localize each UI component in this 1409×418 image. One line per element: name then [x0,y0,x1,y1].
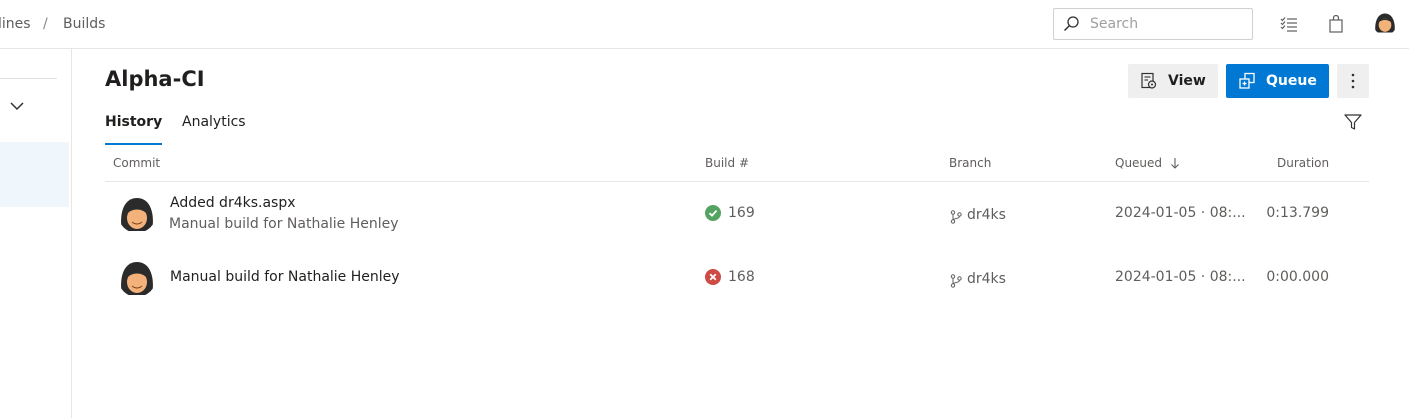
commit-message[interactable]: Manual build for Nathalie Henley [170,269,400,285]
author-avatar [118,259,156,297]
more-actions-button[interactable] [1337,64,1369,98]
status-failed-icon [705,269,721,285]
table-row[interactable]: Manual build for Nathalie Henley 168 dr4… [105,246,1369,310]
tab-selected-indicator [105,143,162,145]
left-navigation [0,49,72,418]
breadcrumb-separator: / [43,16,48,32]
commit-subtitle: Manual build for Nathalie Henley [169,216,399,232]
author-avatar [118,195,156,233]
commit-message[interactable]: Added dr4ks.aspx [170,195,296,211]
branch-icon [950,273,962,292]
table-row[interactable]: Added dr4ks.aspx Manual build for Nathal… [105,182,1369,246]
queued-time: 2024-01-05 · 08:... [1115,269,1246,285]
nav-fragment-icon [0,101,2,109]
shopping-bag-icon[interactable] [1326,14,1346,34]
page-title: Alpha-CI [105,67,205,91]
view-button[interactable]: View [1128,64,1218,98]
branch-icon [950,209,962,228]
list-icon[interactable] [1279,14,1299,34]
branch-name[interactable]: dr4ks [967,207,1006,223]
more-vertical-icon [1351,73,1355,89]
column-header-build: Build # [705,156,749,170]
nav-divider [0,78,57,79]
tab-history[interactable]: History [105,114,162,130]
chevron-down-icon[interactable] [10,96,24,115]
breadcrumb-builds[interactable]: Builds [63,16,105,32]
view-icon [1141,72,1157,89]
breadcrumb-pipelines[interactable]: lines [0,16,31,32]
search-box[interactable] [1053,8,1253,40]
build-duration: 0:00.000 [1266,269,1329,285]
column-header-branch: Branch [949,156,992,170]
build-duration: 0:13.799 [1266,205,1329,221]
sort-down-arrow-icon [1170,158,1179,169]
branch-name[interactable]: dr4ks [967,271,1006,287]
top-bar: lines / Builds [0,0,1409,49]
build-number[interactable]: 168 [728,269,755,285]
tab-analytics[interactable]: Analytics [182,114,246,130]
queue-button[interactable]: Queue [1226,64,1329,98]
queue-button-label: Queue [1266,73,1317,89]
filter-icon[interactable] [1343,112,1363,136]
column-header-queued-label: Queued [1115,156,1163,170]
column-header-duration: Duration [1277,156,1330,170]
view-button-label: View [1168,73,1206,89]
column-header-commit: Commit [113,156,161,170]
queued-time: 2024-01-05 · 08:... [1115,205,1246,221]
build-number[interactable]: 169 [728,205,755,221]
search-input[interactable] [1090,16,1240,32]
status-succeeded-icon [705,205,721,221]
user-avatar[interactable] [1373,11,1397,35]
nav-selected-item[interactable] [0,142,69,207]
queue-icon [1239,72,1255,89]
search-icon [1063,16,1079,32]
column-header-queued[interactable]: Queued [1115,156,1180,170]
